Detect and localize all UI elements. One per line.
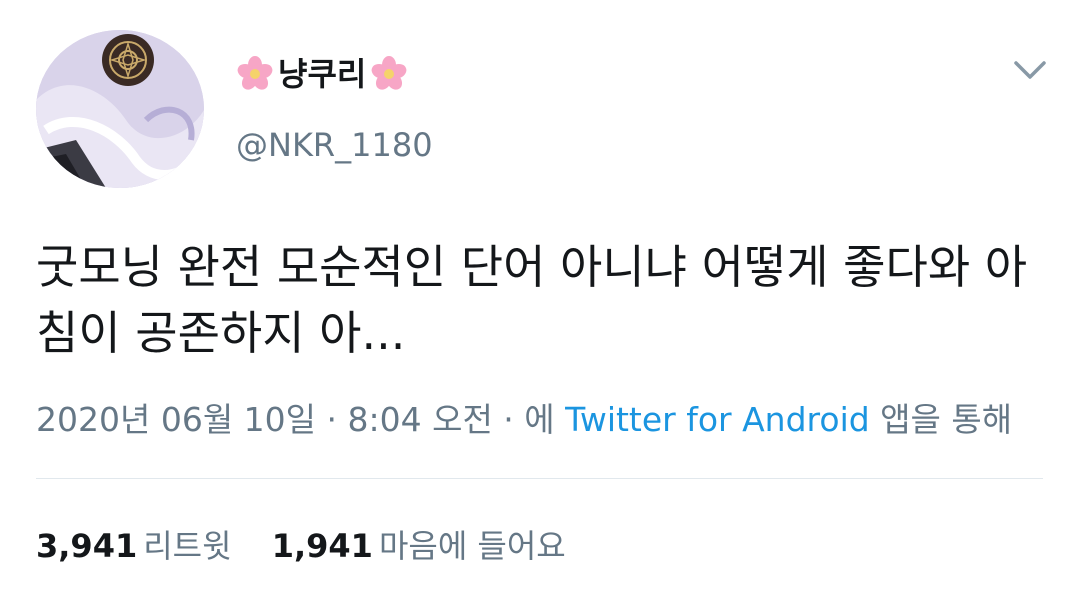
tweet-meta-suffix: 앱을 통해 bbox=[869, 400, 1013, 439]
tweet-meta: 2020년 06월 10일 · 8:04 오전 · 에 Twitter for … bbox=[36, 398, 1012, 442]
retweets-stat[interactable]: 3,941 리트윗 bbox=[36, 525, 232, 567]
chevron-down-icon[interactable] bbox=[1012, 58, 1048, 82]
likes-count: 1,941 bbox=[271, 527, 373, 565]
likes-stat[interactable]: 1,941 마음에 들어요 bbox=[272, 525, 566, 567]
display-name[interactable]: 냥쿠리 bbox=[236, 52, 408, 96]
retweets-count: 3,941 bbox=[36, 527, 138, 565]
cherry-blossom-icon bbox=[371, 56, 407, 90]
user-handle[interactable]: @NKR_1180 bbox=[236, 124, 433, 166]
tweet-stats: 3,941 리트윗 1,941 마음에 들어요 bbox=[36, 525, 596, 567]
tweet-text: 굿모닝 완전 모순적인 단어 아니냐 어떻게 좋다와 아침이 공존하지 아... bbox=[36, 240, 1028, 360]
display-name-text: 냥쿠리 bbox=[278, 55, 367, 93]
tweet-source-link[interactable]: Twitter for Android bbox=[565, 400, 870, 439]
retweets-label: 리트윗 bbox=[143, 527, 232, 565]
divider bbox=[36, 478, 1043, 479]
avatar[interactable] bbox=[36, 30, 204, 188]
tweet-timestamp[interactable]: 2020년 06월 10일 · 8:04 오전 · 에 bbox=[36, 400, 565, 439]
likes-label: 마음에 들어요 bbox=[378, 527, 566, 565]
cherry-blossom-icon bbox=[237, 56, 273, 90]
